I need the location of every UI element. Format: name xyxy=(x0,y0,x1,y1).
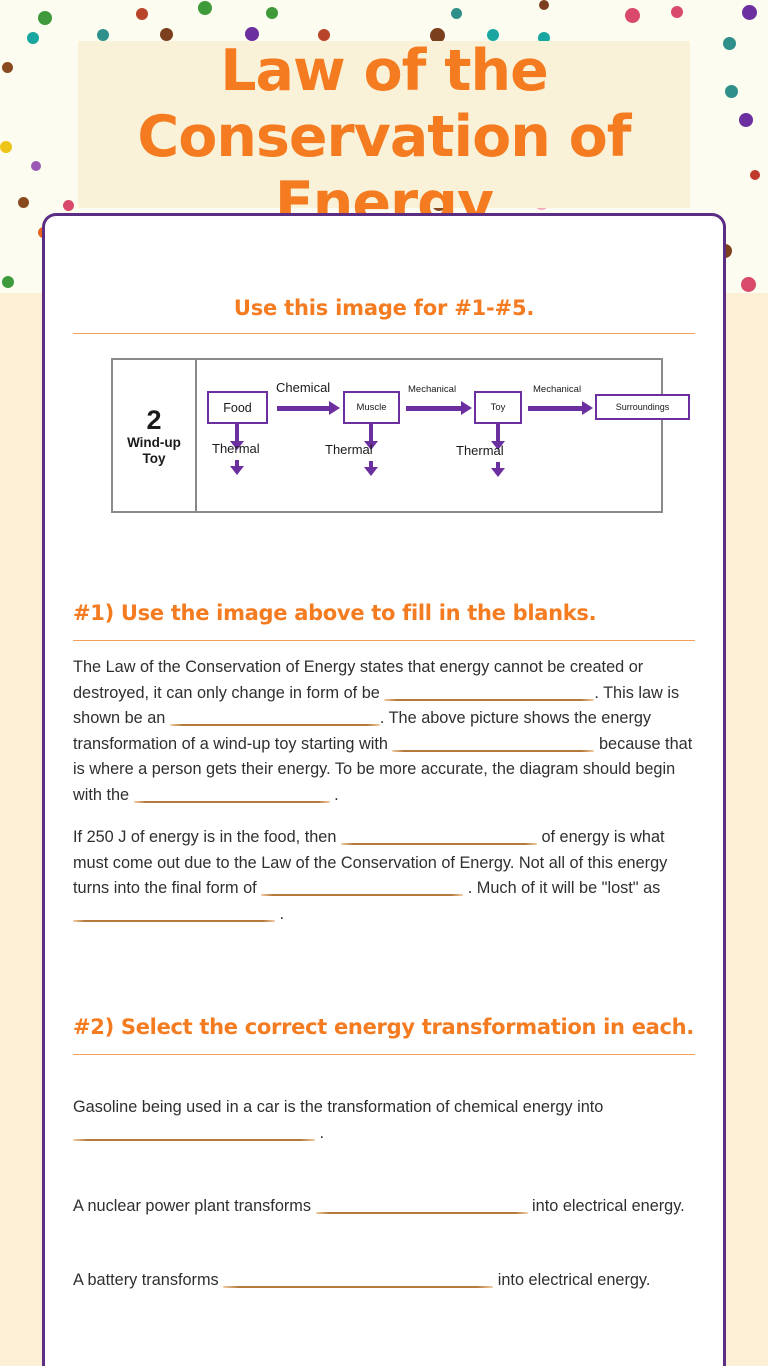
diagram-loss-arrow-food xyxy=(230,424,244,450)
diagram-node-toy: Toy xyxy=(474,391,522,424)
diagram-node-toy-label: Toy xyxy=(490,402,506,413)
diagram-loss-label-muscle: Thermal xyxy=(325,442,373,457)
confetti-dot xyxy=(2,276,14,288)
fill-in-blank[interactable] xyxy=(392,732,595,752)
question-2-paragraph-3: A battery transforms into electrical ene… xyxy=(73,1268,695,1294)
confetti-dot xyxy=(245,27,259,41)
title-banner xyxy=(78,41,690,208)
diagram-node-surroundings-label: Surroundings xyxy=(615,402,670,412)
diagram-loss-label-toy: Thermal xyxy=(456,443,504,458)
divider xyxy=(73,333,695,334)
worksheet-card: Use this image for #1-#5. 2 Wind-up Toy … xyxy=(42,213,726,1366)
confetti-dot xyxy=(0,141,12,153)
confetti-dot xyxy=(38,11,52,25)
energy-flow-diagram: 2 Wind-up Toy Food Chemical Thermal Musc… xyxy=(111,358,690,513)
diagram-label-line2: Toy xyxy=(142,450,166,466)
confetti-dot xyxy=(741,277,756,292)
diagram-item-label: 2 Wind-up Toy xyxy=(113,360,197,511)
diagram-loss-arrow-muscle-2 xyxy=(364,461,378,476)
confetti-dot xyxy=(671,6,683,18)
confetti-dot xyxy=(136,8,148,20)
diagram-flow-label-mechanical-2: Mechanical xyxy=(533,384,582,395)
diagram-loss-arrow-toy xyxy=(491,424,505,450)
confetti-dot xyxy=(750,170,760,180)
diagram-flow-area: Food Chemical Thermal Muscle Mechanical … xyxy=(197,360,690,511)
confetti-dot xyxy=(318,29,330,41)
confetti-dot xyxy=(198,1,212,15)
fill-in-blank[interactable] xyxy=(133,783,330,803)
fill-in-blank[interactable] xyxy=(169,706,380,726)
diagram-node-muscle: Muscle xyxy=(343,391,400,424)
diagram-arrow-muscle-toy xyxy=(406,401,472,415)
question-1-paragraph-2: If 250 J of energy is in the food, then … xyxy=(73,825,695,927)
question-2-heading: #2) Select the correct energy transforma… xyxy=(73,1015,694,1039)
confetti-dot xyxy=(723,37,736,50)
confetti-dot xyxy=(2,62,13,73)
question-2-paragraph-2: A nuclear power plant transforms into el… xyxy=(73,1194,695,1220)
confetti-dot xyxy=(31,161,41,171)
confetti-dot xyxy=(742,5,757,20)
confetti-dot xyxy=(739,113,753,127)
fill-in-blank[interactable] xyxy=(315,1194,528,1214)
diagram-flow-label-mechanical-1: Mechanical xyxy=(408,384,457,395)
confetti-dot xyxy=(539,0,549,10)
diagram-flow-label-chemical: Chemical xyxy=(276,380,331,395)
confetti-dot xyxy=(97,29,109,41)
diagram-loss-arrow-muscle xyxy=(364,424,378,450)
image-instruction: Use this image for #1-#5. xyxy=(233,296,535,320)
diagram-arrow-toy-surroundings xyxy=(528,401,593,415)
confetti-dot xyxy=(266,7,278,19)
confetti-dot xyxy=(18,197,29,208)
confetti-dot xyxy=(27,32,39,44)
question-1-paragraph-1: The Law of the Conservation of Energy st… xyxy=(73,658,693,804)
question-2-paragraph-1: Gasoline being used in a car is the tran… xyxy=(73,1098,604,1142)
diagram-node-muscle-label: Muscle xyxy=(356,402,387,413)
diagram-node-food: Food xyxy=(207,391,268,424)
fill-in-blank[interactable] xyxy=(340,825,537,845)
fill-in-blank[interactable] xyxy=(261,876,464,896)
diagram-loss-arrow-toy-2 xyxy=(491,462,505,477)
confetti-dot xyxy=(725,85,738,98)
diagram-number: 2 xyxy=(146,404,162,435)
diagram-label-line1: Wind-up xyxy=(127,434,181,450)
diagram-loss-arrow-food-2 xyxy=(230,460,244,475)
diagram-loss-label-food: Thermal xyxy=(212,441,260,456)
diagram-node-food-label: Food xyxy=(223,400,252,415)
confetti-dot xyxy=(625,8,640,23)
confetti-dot xyxy=(160,28,173,41)
confetti-dot xyxy=(63,200,74,211)
fill-in-blank[interactable] xyxy=(73,902,275,922)
fill-in-blank[interactable] xyxy=(223,1268,494,1288)
confetti-dot xyxy=(451,8,462,19)
confetti-dot xyxy=(487,29,499,41)
fill-in-blank[interactable] xyxy=(73,1121,315,1141)
diagram-node-surroundings: Surroundings xyxy=(595,394,690,420)
question-1-heading: #1) Use the image above to fill in the b… xyxy=(73,601,597,625)
diagram-arrow-food-muscle xyxy=(277,401,340,415)
fill-in-blank[interactable] xyxy=(384,681,595,701)
